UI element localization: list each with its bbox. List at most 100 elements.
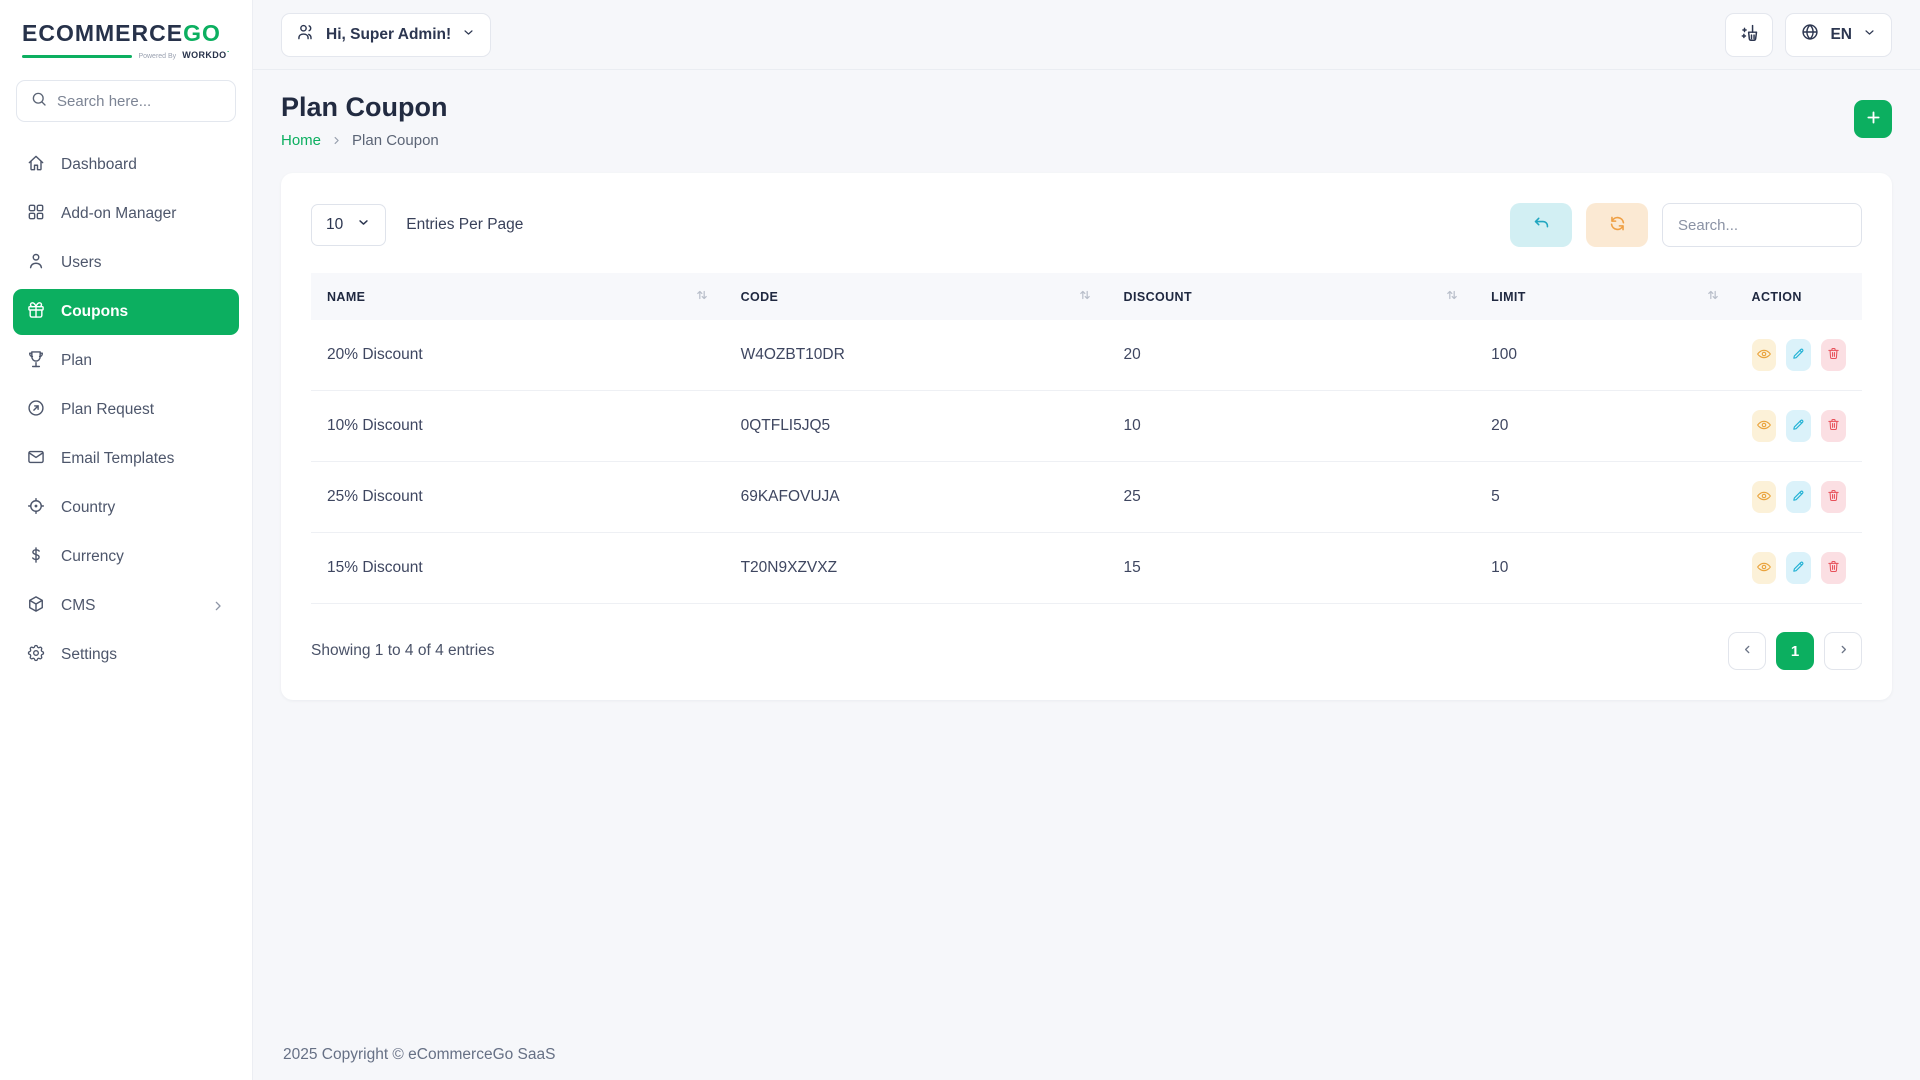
sidebar-item-currency[interactable]: Currency bbox=[13, 534, 239, 580]
coupon-limit: 5 bbox=[1475, 462, 1735, 533]
powered-brand-dot: ˙ bbox=[227, 50, 230, 60]
column-header-limit[interactable]: LIMIT bbox=[1475, 273, 1735, 320]
sidebar-search[interactable] bbox=[16, 80, 236, 122]
undo-button[interactable] bbox=[1510, 203, 1572, 247]
search-icon bbox=[30, 90, 48, 113]
coupon-limit: 10 bbox=[1475, 533, 1735, 604]
logo-text-primary: ECOMMERCE bbox=[22, 20, 183, 46]
sidebar-item-label: Email Templates bbox=[61, 450, 174, 468]
undo-arrow-icon bbox=[1532, 214, 1551, 236]
topbar: Hi, Super Admin! EN bbox=[253, 0, 1920, 70]
pencil-icon bbox=[1791, 559, 1806, 577]
sidebar-item-users[interactable]: Users bbox=[13, 240, 239, 286]
sidebar-item-email-templates[interactable]: Email Templates bbox=[13, 436, 239, 482]
view-button[interactable] bbox=[1752, 481, 1777, 513]
sidebar-item-label: Plan Request bbox=[61, 401, 154, 419]
entries-per-page-select[interactable]: 10 bbox=[311, 204, 386, 246]
trophy-icon bbox=[26, 349, 46, 374]
coupon-name: 25% Discount bbox=[311, 462, 725, 533]
sidebar-item-plan[interactable]: Plan bbox=[13, 338, 239, 384]
sort-icon bbox=[1078, 288, 1092, 305]
pencil-icon bbox=[1791, 488, 1806, 506]
admin-profile-button[interactable]: Hi, Super Admin! bbox=[281, 13, 491, 57]
delete-button[interactable] bbox=[1821, 481, 1846, 513]
trash-icon bbox=[1826, 559, 1841, 577]
sidebar-item-label: Currency bbox=[61, 548, 124, 566]
add-coupon-button[interactable] bbox=[1854, 100, 1892, 138]
pencil-icon bbox=[1791, 346, 1806, 364]
trash-icon bbox=[1826, 346, 1841, 364]
edit-button[interactable] bbox=[1786, 481, 1811, 513]
entries-summary: Showing 1 to 4 of 4 entries bbox=[311, 642, 495, 660]
sidebar-item-label: Dashboard bbox=[61, 156, 137, 174]
sidebar: ECOMMERCEGO Powered By WORKDO˙ Dashboard… bbox=[0, 0, 253, 1080]
chevron-down-icon bbox=[1862, 25, 1877, 45]
chevron-down-icon bbox=[461, 25, 476, 45]
grid-icon bbox=[26, 202, 46, 227]
delete-button[interactable] bbox=[1821, 552, 1846, 584]
sidebar-item-country[interactable]: Country bbox=[13, 485, 239, 531]
eye-icon bbox=[1756, 488, 1772, 507]
logo-text-accent: GO bbox=[183, 20, 221, 46]
pagination-prev-button[interactable] bbox=[1728, 632, 1766, 670]
dollar-icon bbox=[26, 545, 46, 570]
edit-button[interactable] bbox=[1786, 339, 1811, 371]
home-icon bbox=[26, 153, 46, 178]
coupon-discount: 25 bbox=[1108, 462, 1476, 533]
breadcrumb-current: Plan Coupon bbox=[352, 132, 439, 149]
column-header-discount[interactable]: DISCOUNT bbox=[1108, 273, 1476, 320]
refresh-icon bbox=[1608, 214, 1627, 236]
eye-icon bbox=[1756, 417, 1772, 436]
table-row: 15% Discount T20N9XZVXZ 15 10 bbox=[311, 533, 1862, 604]
view-button[interactable] bbox=[1752, 410, 1777, 442]
delete-button[interactable] bbox=[1821, 339, 1846, 371]
pagination-page-1[interactable]: 1 bbox=[1776, 632, 1814, 670]
globe-icon bbox=[1800, 22, 1820, 47]
coupon-code: 0QTFLI5JQ5 bbox=[725, 391, 1108, 462]
coupon-code: 69KAFOVUJA bbox=[725, 462, 1108, 533]
coupon-discount: 15 bbox=[1108, 533, 1476, 604]
users-icon bbox=[296, 22, 316, 47]
clear-cache-button[interactable] bbox=[1725, 13, 1773, 57]
broom-icon bbox=[1739, 23, 1760, 47]
edit-button[interactable] bbox=[1786, 410, 1811, 442]
coupon-code: T20N9XZVXZ bbox=[725, 533, 1108, 604]
mail-icon bbox=[26, 447, 46, 472]
table-header-row: NAME CODE DISCOUNT LIMIT ACTION bbox=[311, 273, 1862, 320]
sidebar-item-dashboard[interactable]: Dashboard bbox=[13, 142, 239, 188]
trash-icon bbox=[1826, 488, 1841, 506]
coupons-table: NAME CODE DISCOUNT LIMIT ACTION 20% Disc… bbox=[311, 273, 1862, 604]
table-search-input[interactable] bbox=[1662, 203, 1862, 247]
sidebar-item-coupons[interactable]: Coupons bbox=[13, 289, 239, 335]
view-button[interactable] bbox=[1752, 339, 1777, 371]
sort-icon bbox=[1445, 288, 1459, 305]
view-button[interactable] bbox=[1752, 552, 1777, 584]
sidebar-item-addon-manager[interactable]: Add-on Manager bbox=[13, 191, 239, 237]
sidebar-item-label: Users bbox=[61, 254, 101, 272]
language-selector[interactable]: EN bbox=[1785, 13, 1892, 57]
chevron-left-icon bbox=[1740, 642, 1755, 661]
sidebar-item-label: CMS bbox=[61, 597, 95, 615]
box-icon bbox=[26, 594, 46, 619]
coupon-code: W4OZBT10DR bbox=[725, 320, 1108, 391]
delete-button[interactable] bbox=[1821, 410, 1846, 442]
refresh-button[interactable] bbox=[1586, 203, 1648, 247]
column-header-code[interactable]: CODE bbox=[725, 273, 1108, 320]
breadcrumb-home-link[interactable]: Home bbox=[281, 132, 321, 149]
page-title: Plan Coupon bbox=[281, 92, 447, 123]
pagination-next-button[interactable] bbox=[1824, 632, 1862, 670]
gift-icon bbox=[26, 300, 46, 325]
table-row: 20% Discount W4OZBT10DR 20 100 bbox=[311, 320, 1862, 391]
sidebar-item-cms[interactable]: CMS bbox=[13, 583, 239, 629]
entries-per-page-value: 10 bbox=[326, 216, 343, 234]
coupon-discount: 20 bbox=[1108, 320, 1476, 391]
entries-per-page-label: Entries Per Page bbox=[406, 216, 523, 234]
edit-button[interactable] bbox=[1786, 552, 1811, 584]
sidebar-item-label: Add-on Manager bbox=[61, 205, 176, 223]
logo-underline bbox=[22, 55, 132, 58]
sidebar-item-plan-request[interactable]: Plan Request bbox=[13, 387, 239, 433]
sidebar-search-input[interactable] bbox=[57, 93, 222, 110]
column-header-name[interactable]: NAME bbox=[311, 273, 725, 320]
powered-by-label: Powered By bbox=[138, 53, 176, 60]
sidebar-item-settings[interactable]: Settings bbox=[13, 632, 239, 678]
